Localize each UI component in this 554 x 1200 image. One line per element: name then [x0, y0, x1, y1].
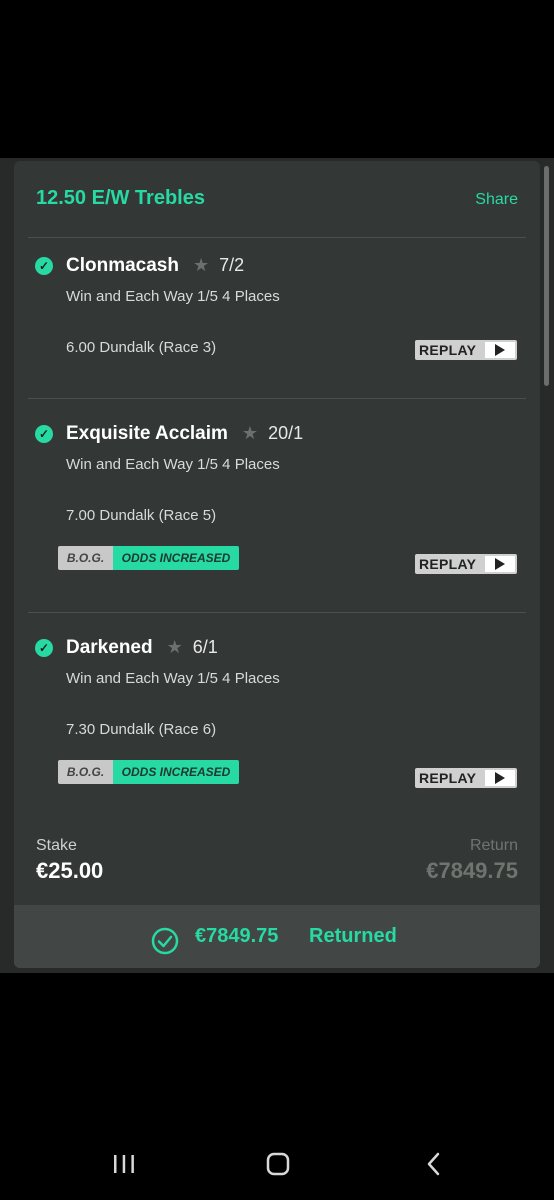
bog-badge: B.O.G. ODDS INCREASED	[58, 760, 239, 784]
screen: { "bet": { "title": "12.50 E/W Trebles",…	[0, 0, 554, 1200]
back-icon[interactable]	[424, 1152, 444, 1181]
play-icon	[485, 556, 515, 572]
bog-label: B.O.G.	[58, 760, 113, 784]
star-icon[interactable]: ★	[167, 637, 183, 657]
odds: 6/1	[192, 637, 218, 657]
bet-card: 12.50 E/W Trebles Share ✓ Clonmacash ★ 7/2…	[14, 161, 540, 968]
odds-increased-tag: ODDS INCREASED	[113, 760, 239, 784]
odds: 7/2	[219, 255, 245, 275]
system-navigation-bar	[0, 1130, 554, 1200]
star-icon[interactable]: ★	[193, 255, 209, 275]
check-circle-icon: ✓	[35, 257, 53, 275]
check-circle-icon: ✓	[35, 639, 53, 657]
return-value: €7849.75	[426, 858, 518, 883]
replay-button[interactable]: REPLAY	[415, 340, 517, 360]
horse-name: Exquisite Acclaim	[66, 423, 228, 444]
stake-value: €25.00	[36, 858, 104, 883]
divider	[28, 398, 526, 399]
star-icon[interactable]: ★	[242, 423, 258, 443]
home-icon[interactable]	[266, 1152, 290, 1181]
replay-label: REPLAY	[419, 342, 477, 358]
play-icon	[485, 342, 515, 358]
horse-name: Clonmacash	[66, 255, 179, 276]
check-circle-outline-icon	[151, 927, 179, 960]
recents-icon[interactable]	[112, 1152, 136, 1181]
stake-label: Stake	[36, 837, 77, 854]
horse-name: Darkened	[66, 637, 153, 658]
replay-button[interactable]: REPLAY	[415, 554, 517, 574]
divider	[28, 612, 526, 613]
replay-button[interactable]: REPLAY	[415, 768, 517, 788]
returned-label: Returned	[309, 925, 397, 947]
returned-banner: €7849.75 Returned	[14, 905, 540, 968]
replay-label: REPLAY	[419, 556, 477, 572]
race-info: 7.00 Dundalk (Race 5)	[66, 507, 217, 524]
bog-badge: B.O.G. ODDS INCREASED	[58, 546, 239, 570]
return-label: Return	[469, 837, 518, 854]
market-text: Win and Each Way 1/5 4 Places	[66, 670, 280, 687]
share-button[interactable]: Share	[475, 191, 518, 209]
market-text: Win and Each Way 1/5 4 Places	[66, 288, 280, 305]
divider	[28, 237, 526, 238]
returned-amount: €7849.75	[195, 925, 279, 947]
bog-label: B.O.G.	[58, 546, 113, 570]
check-circle-icon: ✓	[35, 425, 53, 443]
replay-label: REPLAY	[419, 770, 477, 786]
bet-title: 12.50 E/W Trebles	[36, 187, 205, 209]
market-text: Win and Each Way 1/5 4 Places	[66, 456, 280, 473]
odds-increased-tag: ODDS INCREASED	[113, 546, 239, 570]
odds: 20/1	[268, 423, 304, 443]
race-info: 7.30 Dundalk (Race 6)	[66, 721, 217, 738]
play-icon	[485, 770, 515, 786]
scrollbar[interactable]	[544, 166, 549, 386]
race-info: 6.00 Dundalk (Race 3)	[66, 339, 217, 356]
